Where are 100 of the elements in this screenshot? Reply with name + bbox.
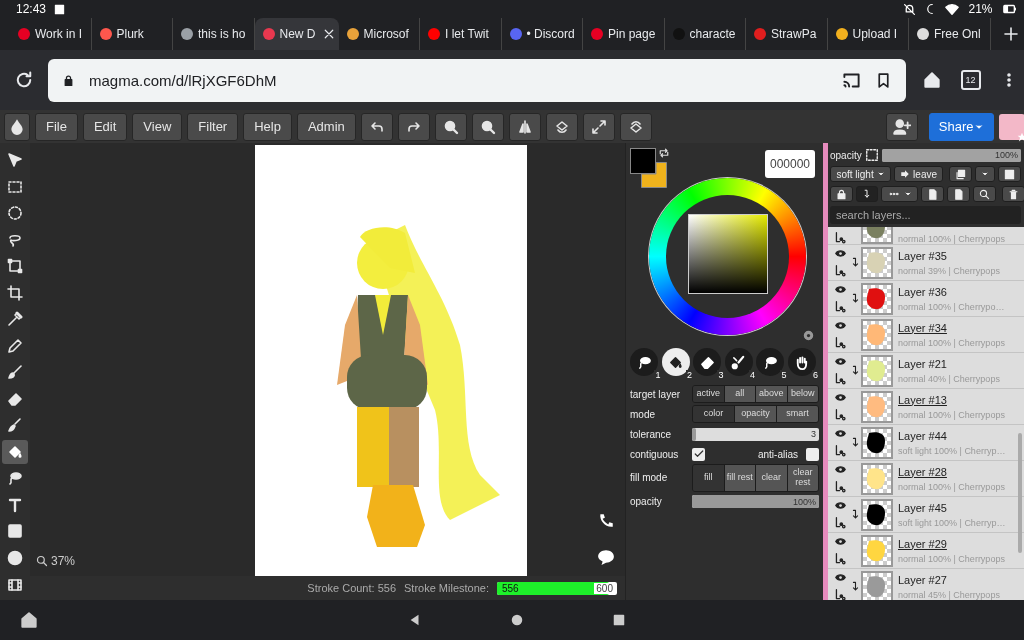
- fullscreen-button[interactable]: [582, 112, 615, 141]
- clip-link-icon[interactable]: [833, 264, 847, 277]
- layer-row[interactable]: Layer #35 normal 39% | Cherrypops: [828, 245, 1024, 281]
- slider-fill[interactable]: [692, 427, 696, 441]
- address-field[interactable]: magma.com/d/lRjXGF6DhM: [48, 58, 906, 102]
- opacity-slider[interactable]: 100%: [881, 148, 1021, 162]
- segment-button[interactable]: active: [693, 386, 724, 402]
- secondary-color-swatch[interactable]: [641, 162, 667, 188]
- undo-button[interactable]: [360, 112, 393, 141]
- eye-icon[interactable]: [833, 356, 847, 367]
- layer-name[interactable]: Layer #45: [898, 501, 1006, 514]
- layer-thumbnail[interactable]: [861, 426, 893, 459]
- clip-link-icon[interactable]: [833, 336, 847, 349]
- lock-button[interactable]: [830, 186, 853, 202]
- layer-name[interactable]: Layer #28: [898, 465, 1005, 478]
- rotate-right-button[interactable]: [619, 112, 652, 141]
- menu-button[interactable]: File: [35, 112, 78, 141]
- chat-icon[interactable]: [597, 548, 615, 566]
- eye-icon[interactable]: [833, 320, 847, 331]
- layer-row[interactable]: Layer #34 normal 100% | Cherrypops: [828, 317, 1024, 353]
- eye-icon[interactable]: [833, 500, 847, 511]
- logo-button[interactable]: [4, 112, 30, 141]
- menu-button[interactable]: Admin: [296, 112, 356, 141]
- delete-button[interactable]: [1002, 186, 1024, 202]
- primary-color-swatch[interactable]: [630, 148, 656, 174]
- avatar[interactable]: [998, 113, 1024, 140]
- leave-button[interactable]: leave: [894, 166, 943, 182]
- new-tab-icon[interactable]: [1002, 26, 1019, 42]
- eye-icon[interactable]: [833, 284, 847, 295]
- hex-field[interactable]: 000000: [765, 150, 815, 178]
- recents-icon[interactable]: [612, 613, 626, 627]
- transparency-icon[interactable]: [864, 148, 879, 162]
- search-field[interactable]: search layers...: [830, 206, 1021, 224]
- segment-button[interactable]: above: [755, 386, 787, 402]
- segment-button[interactable]: clear: [755, 465, 787, 491]
- new-folder-button[interactable]: [947, 186, 970, 202]
- tab-count[interactable]: 12: [960, 70, 981, 90]
- zoom-out-button[interactable]: [471, 112, 504, 141]
- segment-button[interactable]: opacity: [734, 406, 776, 422]
- film-icon[interactable]: [7, 577, 23, 593]
- tool-button[interactable]: [2, 439, 28, 464]
- swap-icon[interactable]: [658, 147, 670, 159]
- eye-icon[interactable]: [833, 428, 847, 439]
- layer-thumbnail[interactable]: [861, 534, 893, 567]
- clip-link-icon[interactable]: [833, 480, 847, 493]
- clip-link-icon[interactable]: [833, 444, 847, 457]
- home-icon[interactable]: [922, 71, 941, 89]
- segment-button[interactable]: color: [693, 406, 734, 422]
- layer-row[interactable]: Layer #29 normal 100% | Cherrypops: [828, 533, 1024, 569]
- layer-row[interactable]: Layer #21 normal 40% | Cherrypops: [828, 353, 1024, 389]
- segment-button[interactable]: smart: [776, 406, 818, 422]
- layer-thumbnail[interactable]: [861, 282, 893, 315]
- segment-button[interactable]: clear rest: [786, 465, 818, 491]
- layer-thumbnail[interactable]: [861, 390, 893, 423]
- clip-button[interactable]: [856, 186, 878, 202]
- clip-link-icon[interactable]: [833, 516, 847, 529]
- back-icon[interactable]: [408, 613, 422, 627]
- eye-icon[interactable]: [833, 536, 847, 547]
- more-button[interactable]: [881, 186, 918, 202]
- eye-icon[interactable]: [833, 464, 847, 475]
- layer-name[interactable]: Layer #35: [898, 249, 1000, 262]
- droplet-logo-icon[interactable]: [8, 117, 26, 136]
- redo-button[interactable]: [397, 112, 430, 141]
- slider-track[interactable]: 100%: [692, 495, 819, 509]
- add-user-button[interactable]: [885, 112, 918, 141]
- search-button[interactable]: [973, 186, 996, 202]
- browser-tab[interactable]: New D: [254, 18, 339, 50]
- layer-thumbnail[interactable]: [861, 354, 893, 387]
- zoom-level[interactable]: 37%: [51, 554, 76, 568]
- layer-name[interactable]: Layer #34: [898, 321, 1005, 334]
- home-launcher-icon[interactable]: [20, 611, 38, 629]
- flip-button[interactable]: [508, 112, 541, 141]
- checkbox[interactable]: [692, 447, 705, 461]
- blend-mode-dropdown[interactable]: soft light: [830, 166, 892, 182]
- clip-link-icon[interactable]: [833, 231, 847, 244]
- zoom-in-button[interactable]: [434, 112, 467, 141]
- layer-name[interactable]: Layer #29: [898, 537, 1005, 550]
- canvas-page[interactable]: [255, 145, 527, 576]
- slider-track[interactable]: 3: [692, 427, 819, 441]
- layer-row[interactable]: Layer #36 normal 100% | Cherrypo…: [828, 281, 1024, 317]
- layer-name[interactable]: Layer #44: [898, 429, 1006, 442]
- phone-icon[interactable]: [597, 512, 615, 530]
- layer-thumbnail[interactable]: [861, 498, 893, 531]
- merge-button[interactable]: [998, 166, 1021, 182]
- eye-icon[interactable]: [833, 392, 847, 403]
- layer-row[interactable]: Layer #28 normal 100% | Cherrypops: [828, 461, 1024, 497]
- segment-button[interactable]: all: [723, 386, 755, 402]
- clip-link-icon[interactable]: [833, 408, 847, 421]
- close-icon[interactable]: [322, 28, 335, 40]
- layer-thumbnail[interactable]: [861, 246, 893, 279]
- rotate-left-button[interactable]: [545, 112, 578, 141]
- eye-icon[interactable]: [833, 248, 847, 259]
- layer-name[interactable]: Layer #27: [898, 573, 1000, 586]
- layer-name[interactable]: Layer #36: [898, 285, 1005, 298]
- color-square[interactable]: [688, 214, 768, 294]
- eye-icon[interactable]: [833, 572, 847, 583]
- layer-thumbnail[interactable]: [861, 318, 893, 351]
- menu-button[interactable]: View: [132, 112, 183, 141]
- layer-row[interactable]: Layer #45 soft light 100% | Cherryp…: [828, 497, 1024, 533]
- share-button[interactable]: Share: [928, 112, 994, 141]
